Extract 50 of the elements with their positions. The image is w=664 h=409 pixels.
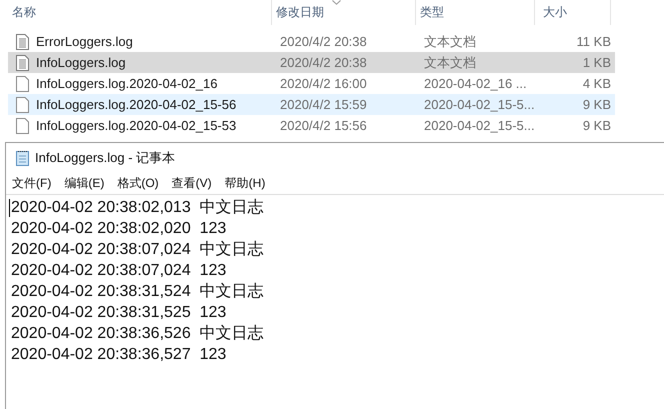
- column-header[interactable]: 修改日期: [272, 0, 416, 25]
- file-icon: [16, 76, 29, 92]
- window-title: InfoLoggers.log - 记事本: [35, 149, 176, 167]
- file-date: 2020/4/2 20:38: [280, 34, 367, 49]
- file-type: 2020-04-02_16 ...: [424, 76, 527, 91]
- file-size: 1 KB: [582, 55, 611, 70]
- file-name: ErrorLoggers.log: [36, 34, 133, 49]
- text-line: 2020-04-02 20:38:02,020 123: [11, 219, 226, 239]
- file-date: 2020/4/2 15:59: [280, 97, 367, 112]
- text-file-icon: [16, 34, 29, 50]
- menu-item[interactable]: 文件(F): [12, 175, 52, 192]
- text-line: 2020-04-02 20:38:36,527 123: [11, 345, 226, 365]
- notepad-icon: [16, 150, 29, 166]
- menu-item[interactable]: 查看(V): [172, 175, 212, 192]
- column-header[interactable]: 类型: [416, 0, 535, 25]
- menu-item[interactable]: 格式(O): [117, 175, 159, 192]
- text-line: 2020-04-02 20:38:02,013 中文日志: [11, 198, 264, 218]
- file-date: 2020/4/2 15:56: [280, 118, 367, 133]
- column-header[interactable]: 名称: [4, 0, 272, 25]
- text-file-icon: [16, 54, 29, 70]
- file-type: 2020-04-02_15-5...: [424, 118, 535, 133]
- file-type: 文本文档: [424, 54, 476, 72]
- file-date: 2020/4/2 20:38: [280, 55, 367, 70]
- file-type: 2020-04-02_15-5...: [424, 97, 535, 112]
- file-size: 9 KB: [582, 97, 611, 112]
- text-line: 2020-04-02 20:38:07,024 123: [11, 261, 226, 281]
- column-header[interactable]: 大小: [535, 0, 611, 25]
- file-name: InfoLoggers.log.2020-04-02_15-56: [36, 97, 236, 112]
- text-line: 2020-04-02 20:38:07,024 中文日志: [11, 240, 264, 260]
- file-icon: [16, 118, 29, 134]
- file-icon: [16, 96, 29, 112]
- file-row[interactable]: ErrorLoggers.log 2020/4/2 20:38 文本文档 11 KB: [8, 31, 615, 52]
- text-cursor: [9, 199, 10, 217]
- file-row[interactable]: InfoLoggers.log 2020/4/2 20:38 文本文档 1 KB: [8, 52, 615, 73]
- text-line: 2020-04-02 20:38:31,524 中文日志: [11, 282, 264, 302]
- file-row[interactable]: InfoLoggers.log.2020-04-02_15-56 2020/4/2 15:59 2020-04-02_15-5... 9 KB: [8, 94, 615, 115]
- file-date: 2020/4/2 16:00: [280, 76, 367, 91]
- file-row[interactable]: InfoLoggers.log.2020-04-02_16 2020/4/2 16:00 2020-04-02_16 ... 4 KB: [8, 73, 615, 94]
- file-row[interactable]: InfoLoggers.log.2020-04-02_15-53 2020/4/2 15:56 2020-04-02_15-5... 9 KB: [8, 115, 615, 136]
- file-size: 4 KB: [582, 76, 611, 91]
- menu-item[interactable]: 编辑(E): [64, 175, 104, 192]
- text-line: 2020-04-02 20:38:36,526 中文日志: [11, 324, 264, 344]
- file-name: InfoLoggers.log: [36, 55, 126, 70]
- file-size: 11 KB: [576, 34, 611, 49]
- file-type: 文本文档: [424, 32, 476, 50]
- menu-item[interactable]: 帮助(H): [224, 175, 266, 192]
- file-name: InfoLoggers.log.2020-04-02_16: [36, 76, 218, 91]
- file-size: 9 KB: [582, 118, 611, 133]
- text-line: 2020-04-02 20:38:31,525 123: [11, 303, 226, 323]
- file-name: InfoLoggers.log.2020-04-02_15-53: [36, 118, 236, 133]
